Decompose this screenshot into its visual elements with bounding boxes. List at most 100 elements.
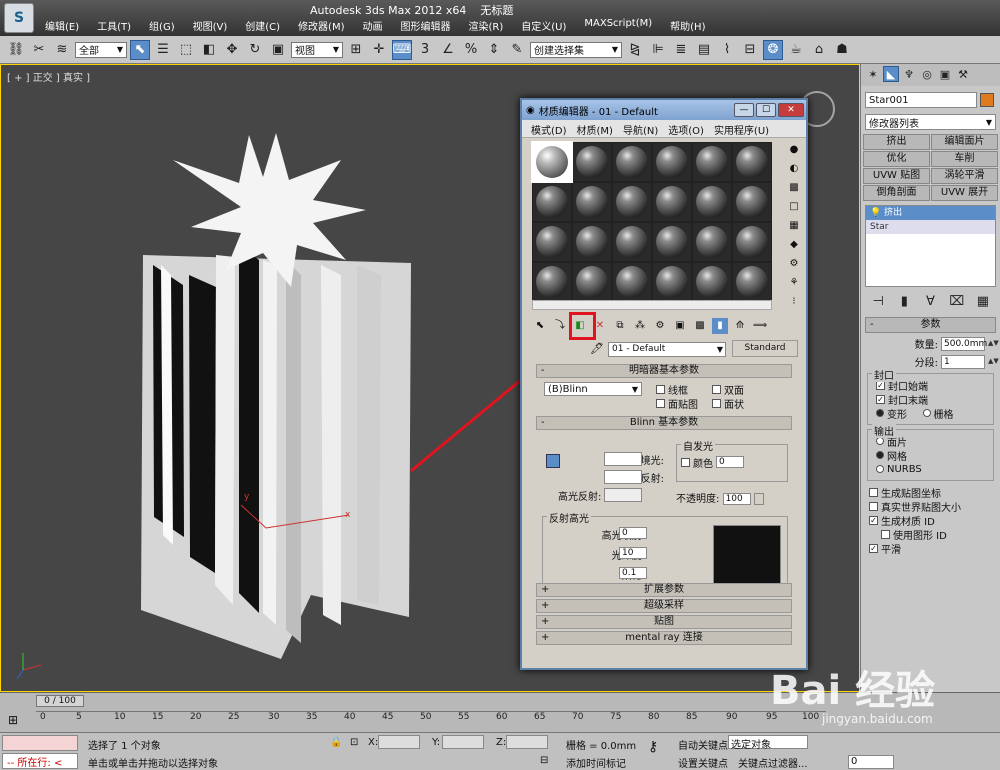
make-copy-icon[interactable]: ⧉ xyxy=(612,318,628,334)
named-selection-dropdown[interactable]: 创建选择集 ▼ xyxy=(530,41,622,58)
material-id-icon[interactable]: ▣ xyxy=(672,318,688,334)
material-slot[interactable] xyxy=(653,223,691,261)
spinner-arrows-icon[interactable]: ▲▼ xyxy=(988,340,999,347)
material-slot[interactable] xyxy=(573,263,611,301)
minimize-button[interactable]: — xyxy=(734,103,754,117)
glossiness-spinner[interactable]: 10 xyxy=(619,547,647,559)
percent-snap-icon[interactable]: % xyxy=(461,40,481,60)
material-slot[interactable] xyxy=(573,223,611,261)
add-time-tag-icon[interactable]: ⊟ xyxy=(540,755,548,766)
me-menu-utilities[interactable]: 实用程序(U) xyxy=(709,120,774,137)
shader-rollout-header[interactable]: - 明暗器基本参数 xyxy=(536,364,792,378)
key-set-dropdown[interactable]: 选定对象 xyxy=(728,735,808,751)
faceted-checkbox[interactable]: 面状 xyxy=(712,396,744,411)
material-slot[interactable] xyxy=(693,223,731,261)
material-slot[interactable] xyxy=(693,143,731,181)
me-menu-navigation[interactable]: 导航(N) xyxy=(618,120,663,137)
maximize-button[interactable]: ☐ xyxy=(756,103,776,117)
mental-ray-header[interactable]: + mental ray 连接 xyxy=(536,631,792,645)
material-slot[interactable] xyxy=(653,143,691,181)
menu-views[interactable]: 视图(V) xyxy=(184,18,237,34)
material-slot[interactable] xyxy=(613,263,651,301)
menu-rendering[interactable]: 渲染(R) xyxy=(460,18,513,34)
use-shape-id-checkbox[interactable]: 使用图形 ID xyxy=(869,527,992,542)
window-crossing-icon[interactable]: ◧ xyxy=(199,40,219,60)
smooth-checkbox[interactable]: ✓ 平滑 xyxy=(869,541,992,556)
put-to-library-icon[interactable]: ⚙ xyxy=(652,318,668,334)
opacity-map-button[interactable] xyxy=(753,493,764,505)
auto-key-button[interactable]: 自动关键点 xyxy=(678,737,728,752)
put-to-scene-icon[interactable]: ⤵ xyxy=(552,318,568,334)
cap-end-checkbox[interactable]: ✓ 封口末端 xyxy=(876,392,989,407)
mod-extrude-button[interactable]: 挤出 xyxy=(863,134,930,150)
material-slot[interactable] xyxy=(653,183,691,221)
output-mesh-radio[interactable]: 网格 xyxy=(876,448,989,463)
output-nurbs-radio[interactable]: NURBS xyxy=(876,462,989,476)
make-preview-icon[interactable]: ◆ xyxy=(786,237,802,253)
background-icon[interactable]: ▩ xyxy=(786,180,802,196)
mod-uvw-unwrap-button[interactable]: UVW 展开 xyxy=(931,185,998,201)
mod-uvw-map-button[interactable]: UVW 贴图 xyxy=(863,168,930,184)
graphite-icon[interactable]: ▤ xyxy=(694,40,714,60)
key-filters-button[interactable]: 关键点过滤器... xyxy=(738,755,808,770)
show-end-result-icon[interactable]: ▮ xyxy=(712,318,728,334)
hierarchy-tab-icon[interactable]: ♆ xyxy=(901,66,917,82)
render-setup-icon[interactable]: ☕ xyxy=(786,40,806,60)
stack-item-star[interactable]: Star xyxy=(866,220,995,234)
material-navigator-icon[interactable]: ⁝ xyxy=(786,294,802,310)
snap-3d-icon[interactable]: 3 xyxy=(415,40,435,60)
rect-selection-icon[interactable]: ⬚ xyxy=(176,40,196,60)
self-illum-spinner[interactable]: 0 xyxy=(716,456,744,468)
set-key-icon[interactable]: ⚷ xyxy=(648,739,658,755)
lock-ambient-icon[interactable] xyxy=(546,454,560,468)
menu-group[interactable]: 组(G) xyxy=(140,18,184,34)
time-slider[interactable]: 0 / 100 xyxy=(36,695,84,707)
mirror-icon[interactable]: ⧎ xyxy=(625,40,645,60)
material-slot[interactable] xyxy=(613,183,651,221)
make-unique-icon[interactable]: ⁂ xyxy=(632,318,648,334)
mod-edit-patch-button[interactable]: 编辑面片 xyxy=(931,134,998,150)
maps-header[interactable]: + 贴图 xyxy=(536,615,792,629)
material-slot[interactable] xyxy=(533,223,571,261)
select-by-material-icon[interactable]: ⚘ xyxy=(786,275,802,291)
show-end-result-icon[interactable]: ▮ xyxy=(895,291,913,311)
material-type-button[interactable]: Standard xyxy=(732,340,798,357)
opacity-spinner[interactable]: 100 xyxy=(722,493,751,505)
specular-swatch[interactable] xyxy=(604,488,642,502)
gen-map-coords-checkbox[interactable]: 生成贴图坐标 xyxy=(869,485,992,500)
sample-type-icon[interactable]: ● xyxy=(786,142,802,158)
menu-maxscript[interactable]: MAXScript(M) xyxy=(575,18,661,34)
params-rollout-header[interactable]: - 参数 xyxy=(865,317,996,333)
maxscript-listener[interactable] xyxy=(2,735,78,751)
menu-tools[interactable]: 工具(T) xyxy=(88,18,140,34)
material-slot[interactable] xyxy=(533,183,571,221)
rotate-icon[interactable]: ↻ xyxy=(245,40,265,60)
menu-animation[interactable]: 动画 xyxy=(354,18,392,34)
lock-selection-icon[interactable]: 🔒 xyxy=(330,737,342,748)
unlink-icon[interactable]: ✂ xyxy=(29,40,49,60)
render-production-icon[interactable]: ☗ xyxy=(832,40,852,60)
material-slot[interactable] xyxy=(573,183,611,221)
material-slot[interactable] xyxy=(733,223,771,261)
rendered-frame-icon[interactable]: ⌂ xyxy=(809,40,829,60)
real-world-map-checkbox[interactable]: 真实世界贴图大小 xyxy=(869,499,992,514)
motion-tab-icon[interactable]: ◎ xyxy=(919,66,935,82)
angle-snap-icon[interactable]: ∠ xyxy=(438,40,458,60)
menu-customize[interactable]: 自定义(U) xyxy=(512,18,575,34)
app-logo-icon[interactable]: S xyxy=(4,3,34,33)
go-to-parent-icon[interactable]: ⟰ xyxy=(732,318,748,334)
absolute-mode-icon[interactable]: ⊡ xyxy=(350,737,358,748)
make-unique-icon[interactable]: ∀ xyxy=(921,291,939,311)
material-slot[interactable] xyxy=(613,143,651,181)
face-map-checkbox[interactable]: 面贴图 xyxy=(656,396,698,411)
spinner-snap-icon[interactable]: ⇕ xyxy=(484,40,504,60)
menu-edit[interactable]: 编辑(E) xyxy=(36,18,88,34)
align-icon[interactable]: ⊫ xyxy=(648,40,668,60)
mod-bevel-profile-button[interactable]: 倒角剖面 xyxy=(863,185,930,201)
material-slot[interactable] xyxy=(653,263,691,301)
select-manipulate-icon[interactable]: ✛ xyxy=(369,40,389,60)
remove-modifier-icon[interactable]: ⌧ xyxy=(948,291,966,311)
ref-coord-dropdown[interactable]: 视图 ▼ xyxy=(291,41,343,58)
z-coord-field[interactable] xyxy=(506,735,548,749)
track-bar[interactable]: 0 5 10 15 20 25 30 35 40 45 50 55 60 65 … xyxy=(36,711,826,731)
